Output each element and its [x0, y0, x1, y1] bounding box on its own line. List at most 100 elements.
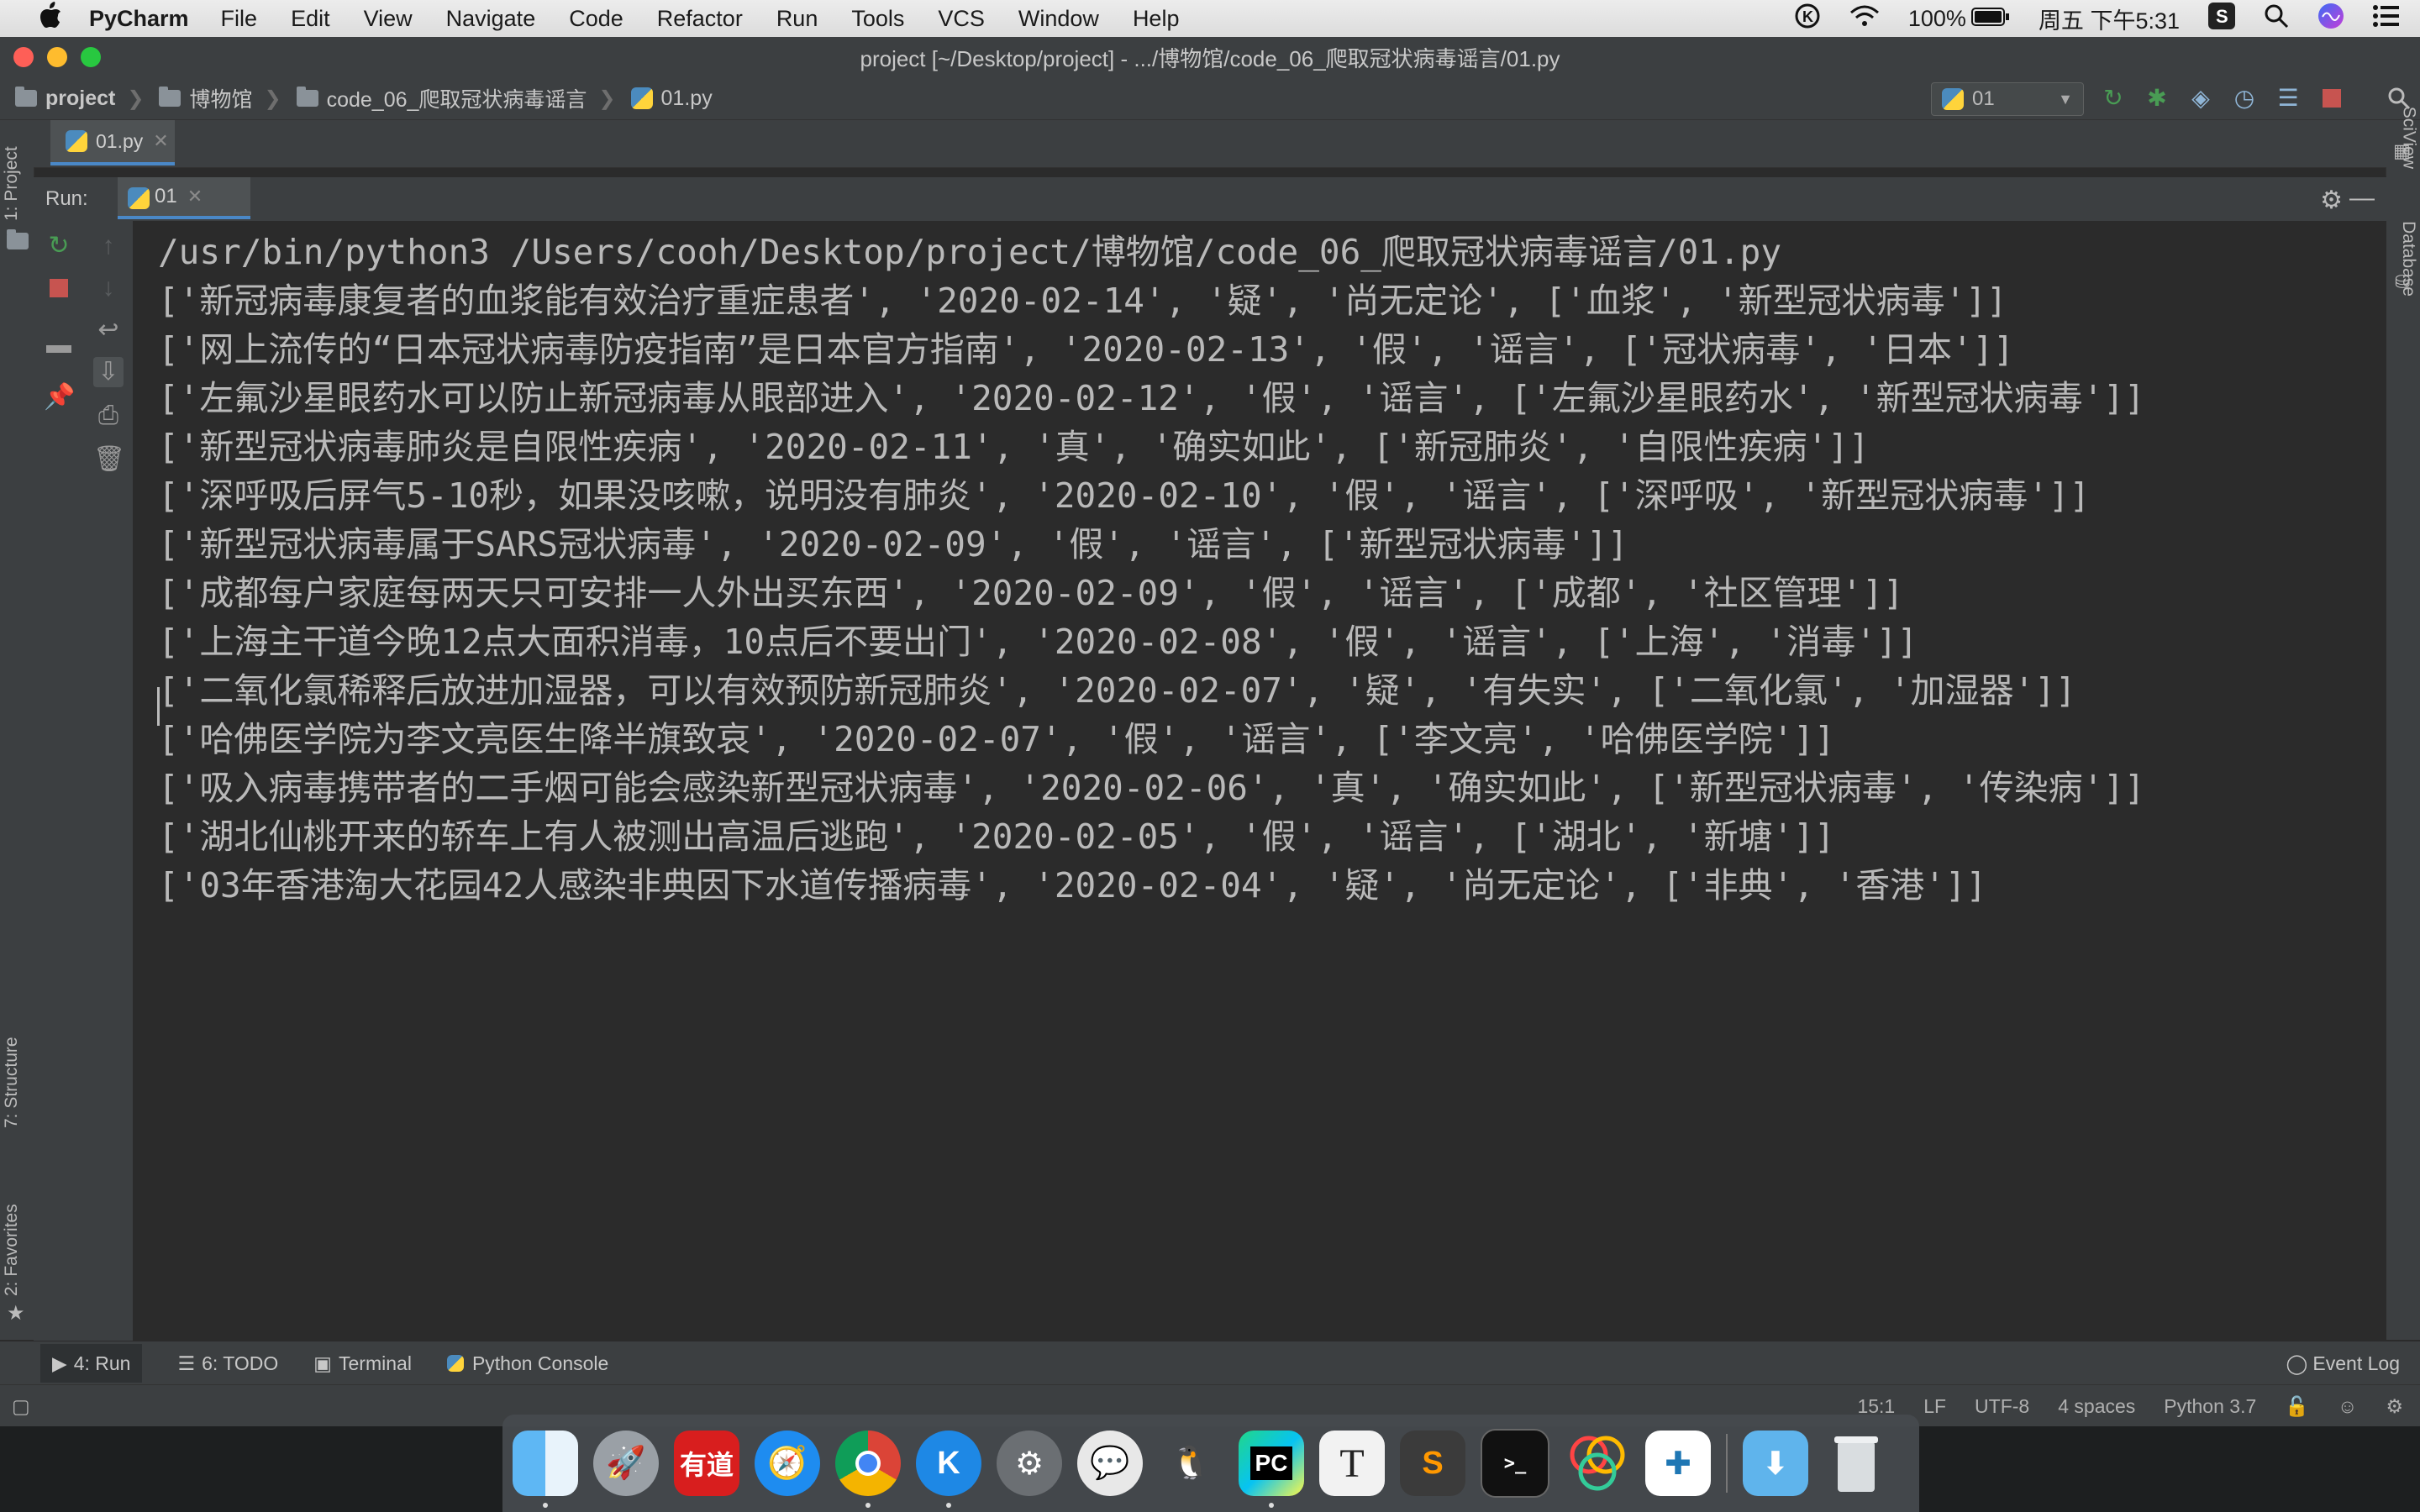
stop-icon[interactable] — [44, 273, 74, 303]
print-icon[interactable]: ⎙ — [93, 401, 124, 431]
photos-icon[interactable] — [1565, 1431, 1630, 1496]
debug-icon[interactable]: ✱ — [2144, 86, 2170, 111]
launchpad-icon[interactable]: 🚀 — [593, 1431, 659, 1496]
tableau-icon[interactable]: ✚ — [1645, 1431, 1711, 1496]
minimize-panel-icon[interactable]: — — [2349, 184, 2375, 213]
terminal-app-icon[interactable]: >_ — [1481, 1429, 1549, 1498]
console-command-line: /usr/bin/python3 /Users/cooh/Desktop/pro… — [158, 232, 1782, 272]
trash-bin-icon[interactable] — [1823, 1431, 1889, 1496]
menu-help[interactable]: Help — [1133, 6, 1180, 32]
python-console-icon — [446, 1355, 464, 1372]
stop-icon[interactable] — [2319, 86, 2344, 111]
breadcrumb-label: code_06_爬取冠状病毒谣言 — [326, 88, 587, 112]
close-window-button[interactable] — [13, 47, 34, 67]
clock[interactable]: 周五 下午5:31 — [2039, 3, 2180, 35]
file-encoding[interactable]: UTF-8 — [1975, 1395, 2029, 1418]
svg-text:K: K — [1802, 8, 1813, 25]
close-tab-icon[interactable]: ✕ — [153, 130, 168, 152]
folder-icon — [159, 87, 182, 107]
youdao-dictionary-icon[interactable]: 有道 — [674, 1431, 739, 1496]
arrow-up-icon[interactable]: ↑ — [93, 231, 124, 261]
breadcrumb-project[interactable]: project ❯ — [15, 87, 144, 111]
run-toolbar-secondary: ↑ ↓ ↩ ⇩ ⎙ 🗑 — [84, 221, 134, 1341]
sciview-tool-window-tab[interactable]: SciView — [2398, 107, 2418, 169]
database-tool-window-tab[interactable]: Database — [2398, 221, 2418, 297]
menu-tools[interactable]: Tools — [851, 6, 904, 32]
breadcrumb-folder-code06[interactable]: code_06_爬取冠状病毒谣言 ❯ — [296, 83, 616, 113]
editor-tab-01py[interactable]: 01.py ✕ — [50, 120, 175, 165]
zoom-window-button[interactable] — [81, 47, 101, 67]
sogou-input-icon[interactable]: S — [2208, 2, 2235, 35]
app-menu-pycharm[interactable]: PyCharm — [89, 6, 189, 32]
menu-view[interactable]: View — [364, 6, 413, 32]
concurrency-diagram-icon[interactable]: ☰ — [2275, 86, 2301, 111]
trash-icon[interactable]: 🗑 — [93, 444, 125, 475]
line-separator[interactable]: LF — [1923, 1395, 1946, 1418]
menu-file[interactable]: File — [221, 6, 258, 32]
profile-icon[interactable]: ◷ — [2232, 86, 2257, 111]
gear-icon[interactable]: ⚙ — [2320, 186, 2343, 215]
notification-center-icon[interactable] — [2373, 4, 2400, 33]
play-icon: ▶ — [52, 1352, 67, 1374]
event-icon[interactable]: ⚙ — [2386, 1395, 2403, 1418]
arrow-down-icon[interactable]: ↓ — [93, 273, 124, 303]
apple-logo-icon[interactable] — [34, 2, 67, 35]
toggle-tool-windows-icon[interactable]: ▢ — [12, 1395, 30, 1418]
menu-refactor[interactable]: Refactor — [657, 6, 743, 32]
favorites-tool-window-tab[interactable]: 2: Favorites — [2, 1204, 22, 1296]
menu-run[interactable]: Run — [776, 6, 818, 32]
rerun-icon[interactable]: ↻ — [44, 231, 74, 261]
tab-event-log[interactable]: ◯ Event Log — [2286, 1352, 2400, 1375]
tab-terminal[interactable]: ▣ Terminal — [313, 1352, 412, 1375]
wechat-icon[interactable]: 💬 — [1077, 1431, 1143, 1496]
run-tab-01[interactable]: 01 ✕ — [118, 177, 250, 219]
tab-python-console[interactable]: Python Console — [446, 1352, 608, 1375]
editor-tab-label: 01.py — [96, 129, 144, 152]
typora-icon[interactable]: T — [1319, 1431, 1385, 1496]
console-output-line: ['深呼吸后屏气5-10秒，如果没咳嗽，说明没有肺炎', '2020-02-10… — [158, 475, 2091, 516]
safari-icon[interactable]: 🧭 — [755, 1431, 820, 1496]
tab-run[interactable]: ▶ 4: Run — [40, 1344, 143, 1383]
finder-icon[interactable] — [513, 1431, 578, 1508]
run-console-output[interactable]: /usr/bin/python3 /Users/cooh/Desktop/pro… — [133, 221, 2386, 1341]
menu-edit[interactable]: Edit — [291, 6, 330, 32]
minimize-window-button[interactable] — [47, 47, 67, 67]
svg-text:S: S — [2216, 6, 2228, 27]
python-interpreter[interactable]: Python 3.7 — [2164, 1395, 2256, 1418]
python-file-icon — [128, 187, 150, 209]
kuaibo-status-icon[interactable]: K — [1794, 3, 1821, 35]
restore-layout-icon[interactable]: ▬ — [44, 330, 74, 360]
menu-window[interactable]: Window — [1018, 6, 1099, 32]
menu-vcs[interactable]: VCS — [938, 6, 985, 32]
menu-navigate[interactable]: Navigate — [446, 6, 536, 32]
python-file-icon — [1942, 88, 1964, 110]
inspector-icon[interactable]: ☺ — [2338, 1395, 2357, 1418]
menu-code[interactable]: Code — [569, 6, 623, 32]
project-tool-window-tab[interactable]: 1: Project — [2, 146, 22, 221]
spotlight-search-icon[interactable] — [2264, 3, 2289, 34]
kuaibo-icon[interactable]: K — [916, 1431, 981, 1508]
breadcrumb-file[interactable]: 01.py — [630, 87, 713, 111]
sublime-text-icon[interactable]: S — [1400, 1431, 1465, 1496]
indent-setting[interactable]: 4 spaces — [2058, 1395, 2135, 1418]
structure-tool-window-tab[interactable]: 7: Structure — [2, 1037, 22, 1128]
run-with-coverage-icon[interactable]: ◈ — [2188, 86, 2213, 111]
scroll-to-end-icon[interactable]: ⇩ — [93, 357, 124, 387]
breadcrumb-folder-museum[interactable]: 博物馆 ❯ — [159, 83, 281, 113]
soft-wrap-icon[interactable]: ↩ — [93, 315, 124, 345]
run-configuration-select[interactable]: 01 ▼ — [1931, 82, 2084, 116]
tab-todo[interactable]: ☰ 6: TODO — [177, 1352, 278, 1375]
wifi-icon[interactable] — [1849, 4, 1880, 34]
siri-icon[interactable] — [2317, 3, 2344, 35]
downloads-folder-icon[interactable]: ⬇ — [1743, 1431, 1808, 1496]
rerun-icon[interactable]: ↻ — [2101, 86, 2126, 111]
system-preferences-icon[interactable]: ⚙ — [997, 1431, 1062, 1496]
lock-icon[interactable]: 🔓 — [2285, 1395, 2309, 1418]
qq-icon[interactable]: 🐧 — [1158, 1431, 1223, 1496]
battery-icon[interactable] — [1970, 6, 2010, 32]
chrome-icon[interactable] — [835, 1431, 901, 1508]
dock-divider — [1726, 1434, 1728, 1493]
pin-tab-icon[interactable]: 📌 — [44, 382, 75, 412]
close-tab-icon[interactable]: ✕ — [187, 186, 203, 207]
pycharm-icon[interactable]: PC — [1239, 1431, 1304, 1508]
